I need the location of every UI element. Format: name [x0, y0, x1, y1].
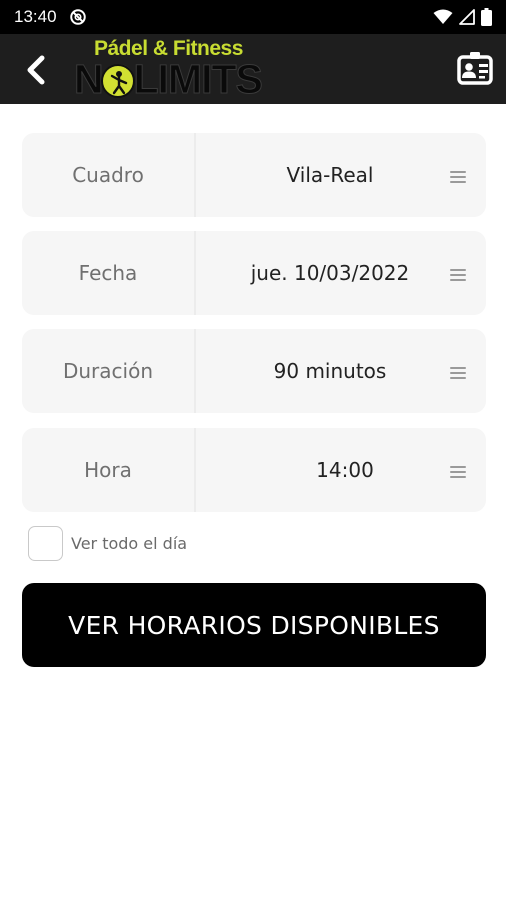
date-label: Fecha	[78, 261, 138, 285]
brand-logo: Pádel & Fitness NOLIMITS	[74, 36, 296, 102]
chevron-left-icon	[27, 55, 45, 85]
all-day-label: Ver todo el día	[71, 534, 188, 553]
time-label: Hora	[84, 458, 132, 482]
do-not-disturb-icon	[69, 9, 86, 25]
all-day-checkbox[interactable]	[28, 526, 63, 561]
duration-label: Duración	[62, 359, 154, 383]
menu-lines-icon	[450, 367, 466, 381]
battery-icon	[481, 8, 492, 26]
app-bar: Pádel & Fitness NOLIMITS	[0, 34, 506, 104]
contact-card-button[interactable]	[456, 50, 496, 90]
time-value: 14:00	[316, 458, 374, 482]
menu-lines-icon	[450, 269, 466, 283]
duration-selector[interactable]: Duración 90 minutos	[22, 329, 486, 413]
status-bar: 13:40	[0, 0, 506, 34]
menu-lines-icon	[450, 171, 466, 185]
date-value: jue. 10/03/2022	[250, 261, 410, 285]
court-selector[interactable]: Cuadro Vila-Real	[22, 133, 486, 217]
menu-lines-icon	[450, 466, 466, 480]
wifi-icon	[433, 9, 453, 24]
status-icons	[433, 8, 492, 26]
court-label: Cuadro	[72, 163, 144, 187]
signal-icon	[459, 9, 475, 25]
status-time: 13:40	[14, 7, 57, 26]
padel-ball-icon	[101, 64, 135, 98]
view-available-times-button[interactable]: VER HORARIOS DISPONIBLES	[22, 583, 486, 667]
all-day-toggle[interactable]: Ver todo el día	[28, 526, 187, 561]
contact-card-icon	[457, 52, 493, 85]
back-button[interactable]	[14, 48, 58, 92]
duration-value: 90 minutos	[273, 359, 387, 383]
time-selector[interactable]: Hora 14:00	[22, 428, 486, 512]
date-selector[interactable]: Fecha jue. 10/03/2022	[22, 231, 486, 315]
court-value: Vila-Real	[286, 163, 374, 187]
